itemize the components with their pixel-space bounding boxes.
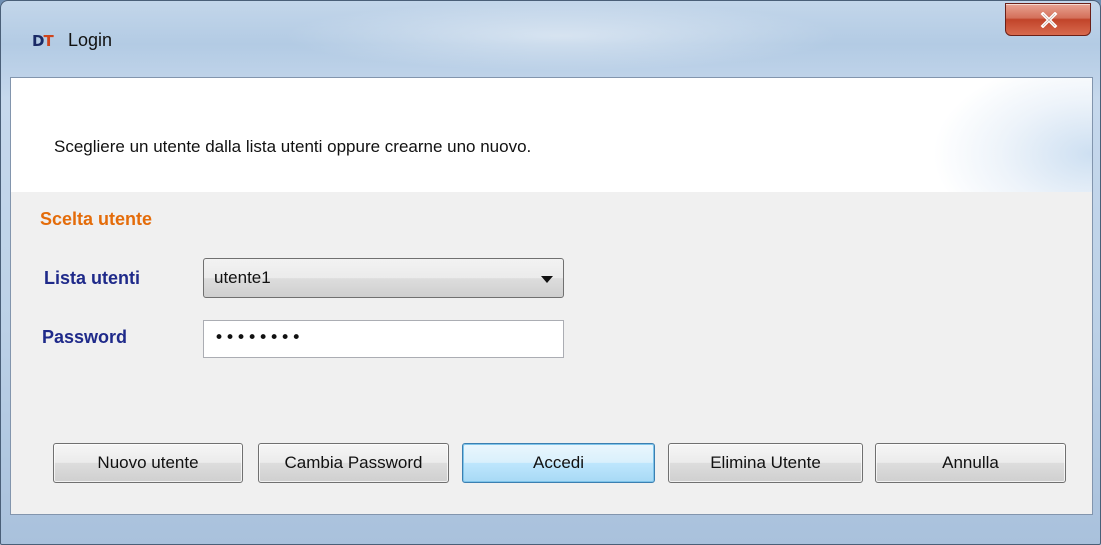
- window-title: Login: [68, 30, 113, 50]
- password-masked-value: ••••••••: [214, 328, 303, 348]
- dialog-client-area: Scegliere un utente dalla lista utenti o…: [10, 77, 1093, 515]
- title-bar[interactable]: DT Login: [1, 1, 1100, 77]
- login-button[interactable]: Accedi: [462, 443, 655, 483]
- section-title: Scelta utente: [40, 209, 153, 229]
- cancel-button[interactable]: Annulla: [875, 443, 1066, 483]
- change-password-button[interactable]: Cambia Password: [258, 443, 449, 483]
- user-list-selected-value: utente1: [214, 268, 271, 287]
- dt-app-icon: DT: [32, 32, 54, 50]
- user-list-label: Lista utenti: [44, 268, 141, 288]
- user-list-dropdown[interactable]: utente1: [203, 258, 564, 298]
- instruction-text: Scegliere un utente dalla lista utenti o…: [54, 137, 532, 156]
- close-button[interactable]: [1005, 3, 1091, 36]
- password-label: Password: [42, 327, 128, 347]
- chevron-down-icon[interactable]: [541, 276, 553, 283]
- login-dialog: DT Login Scegliere un utente dalla lista…: [0, 0, 1101, 545]
- password-field[interactable]: ••••••••: [203, 320, 564, 358]
- header-banner: Scegliere un utente dalla lista utenti o…: [11, 78, 1092, 192]
- close-icon: [1040, 12, 1058, 28]
- new-user-button[interactable]: Nuovo utente: [53, 443, 243, 483]
- delete-user-button[interactable]: Elimina Utente: [668, 443, 863, 483]
